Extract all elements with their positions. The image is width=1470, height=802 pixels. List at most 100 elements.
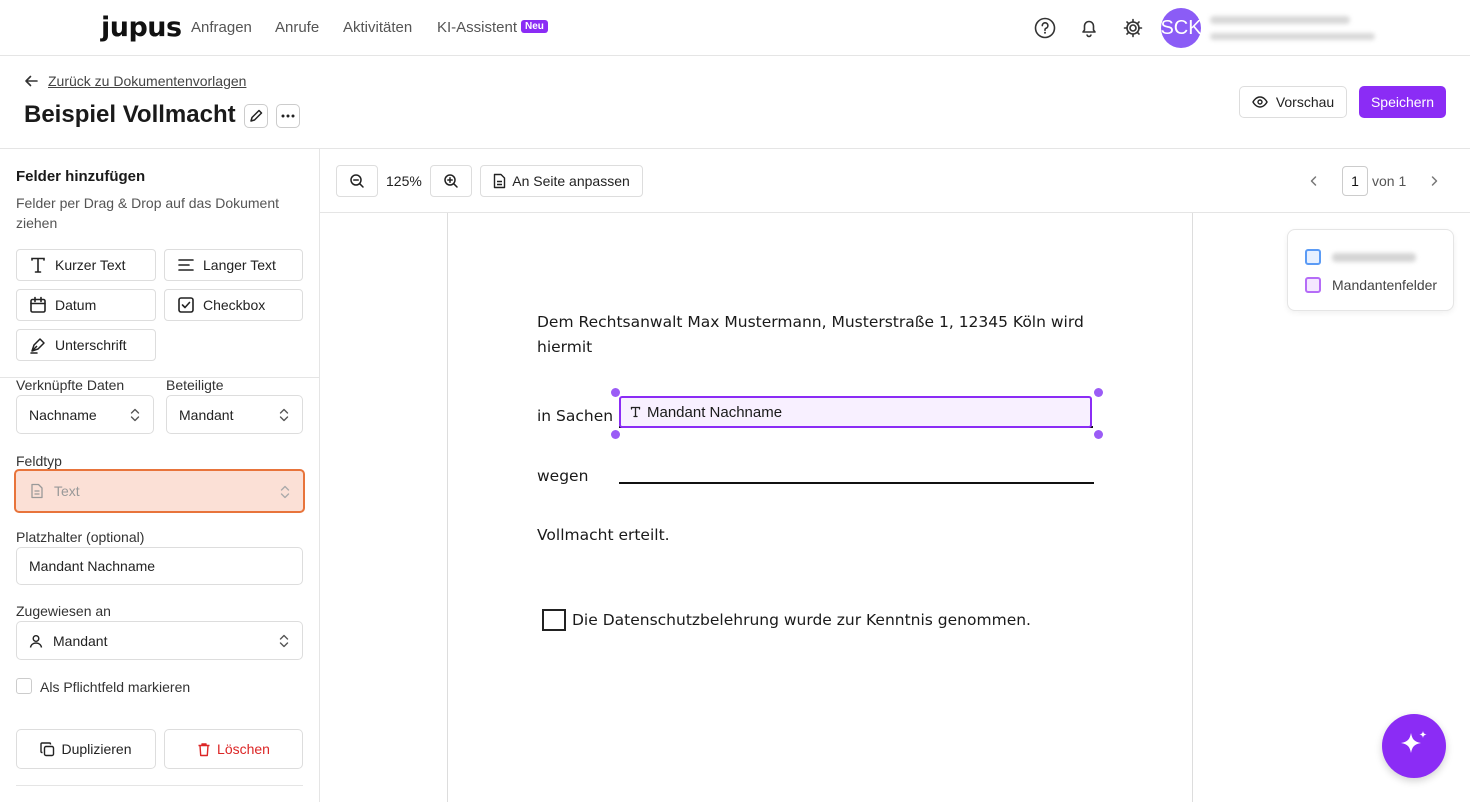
document-icon [31, 483, 43, 499]
back-link[interactable]: Zurück zu Dokumentenvorlagen [24, 73, 246, 89]
resize-handle-bottom-right[interactable] [1094, 430, 1103, 439]
add-short-text-button[interactable]: Kurzer Text [16, 249, 156, 281]
short-text-label: Kurzer Text [55, 257, 126, 273]
required-label: Als Pflichtfeld markieren [40, 679, 191, 695]
blurred-user-name [1210, 16, 1350, 24]
doc-in-sachen: in Sachen [537, 407, 614, 425]
resize-handle-bottom-left[interactable] [611, 430, 620, 439]
document-icon [494, 173, 506, 189]
bell-icon[interactable] [1078, 17, 1100, 39]
pen-icon [30, 338, 45, 354]
document-page: Dem Rechtsanwalt Max Mustermann, Musters… [447, 213, 1193, 802]
participants-value: Mandant [179, 406, 234, 423]
app-logo[interactable]: jupus [101, 12, 182, 43]
zoom-out-icon [350, 174, 364, 188]
add-signature-button[interactable]: Unterschrift [16, 329, 156, 361]
preview-button[interactable]: Vorschau [1239, 86, 1347, 118]
fieldtype-value: Text [54, 483, 80, 499]
doc-line-2: hiermit [537, 338, 593, 356]
pencil-icon [250, 109, 263, 122]
fieldtype-label: Feldtyp [16, 453, 62, 469]
doc-vollmacht: Vollmacht erteilt. [537, 526, 670, 544]
duplicate-button[interactable]: Duplizieren [16, 729, 156, 769]
legend-label-blurred [1332, 253, 1416, 262]
gear-icon[interactable] [1122, 17, 1144, 39]
placeholder-input[interactable]: Mandant Nachname [16, 547, 303, 585]
blurred-user-email [1210, 33, 1375, 40]
checkbox-label: Checkbox [203, 297, 266, 313]
legend-label-mandant: Mandantenfelder [1332, 277, 1438, 293]
resize-handle-top-right[interactable] [1094, 388, 1103, 397]
legend-swatch-purple [1305, 277, 1321, 293]
linked-data-label: Verknüpfte Daten [16, 377, 125, 393]
sidebar-subtitle: Felder per Drag & Drop auf das Dokument … [16, 195, 280, 231]
long-text-label: Langer Text [203, 257, 276, 273]
nav-aktivitaeten[interactable]: Aktivitäten [343, 19, 412, 36]
add-long-text-button[interactable]: Langer Text [164, 249, 303, 281]
chevron-updown-icon [279, 408, 289, 422]
more-horizontal-icon [281, 114, 295, 118]
help-icon[interactable] [1034, 17, 1056, 39]
text-t-icon [31, 257, 45, 273]
eye-icon [1252, 96, 1268, 108]
fit-to-page-button[interactable]: An Seite anpassen [480, 165, 643, 197]
user-icon [29, 634, 43, 648]
chevron-updown-icon [130, 408, 140, 422]
page-title: Beispiel Vollmacht [24, 101, 236, 128]
doc-checkbox[interactable] [542, 609, 566, 631]
more-options-button[interactable] [276, 104, 300, 128]
participants-label: Beteiligte [166, 377, 224, 393]
required-checkbox[interactable] [16, 678, 32, 694]
chevron-updown-icon [279, 634, 289, 648]
align-left-icon [178, 259, 194, 271]
assigned-value: Mandant [53, 632, 108, 649]
preview-label: Vorschau [1275, 94, 1335, 110]
page-count: von 1 [1372, 173, 1407, 189]
trash-icon [198, 742, 210, 756]
delete-button[interactable]: Löschen [164, 729, 303, 769]
placed-field-label: Mandant Nachname [647, 403, 783, 421]
chevron-updown-icon [280, 485, 290, 499]
zoom-out-button[interactable] [336, 165, 378, 197]
calendar-icon [30, 296, 46, 313]
user-avatar[interactable]: SCK [1160, 8, 1202, 48]
nav-anrufe[interactable]: Anrufe [275, 19, 319, 36]
zoom-in-button[interactable] [430, 165, 472, 197]
field-legend: Mandantenfelder [1287, 229, 1454, 311]
field-sidebar: Felder hinzufügen Felder per Drag & Drop… [0, 149, 320, 802]
add-checkbox-button[interactable]: Checkbox [164, 289, 303, 321]
back-link-label: Zurück zu Dokumentenvorlagen [48, 73, 247, 89]
text-t-icon [630, 406, 641, 418]
delete-label: Löschen [217, 741, 270, 757]
fieldtype-select[interactable]: Text [14, 469, 305, 513]
doc-checkbox-text: Die Datenschutzbelehrung wurde zur Kennt… [572, 611, 1031, 629]
zoom-in-icon [444, 174, 458, 188]
copy-icon [40, 741, 55, 756]
add-date-button[interactable]: Datum [16, 289, 156, 321]
linked-data-select[interactable]: Nachname [16, 395, 154, 434]
arrow-left-icon [25, 75, 38, 87]
placed-text-field[interactable]: Mandant Nachname [619, 396, 1092, 428]
edit-title-button[interactable] [244, 104, 268, 128]
top-navigation-bar: jupus Anfragen Anrufe Aktivitäten KI-Ass… [0, 0, 1470, 56]
linked-data-value: Nachname [29, 406, 97, 423]
date-label: Datum [55, 297, 97, 313]
fit-to-page-label: An Seite anpassen [512, 173, 630, 189]
ai-assistant-button[interactable] [1382, 714, 1446, 778]
chevron-left-icon[interactable] [1308, 175, 1320, 187]
doc-wegen: wegen [537, 467, 589, 485]
doc-line-1: Dem Rechtsanwalt Max Mustermann, Musters… [537, 313, 1084, 331]
placeholder-label: Platzhalter (optional) [16, 529, 145, 545]
sidebar-bottom-divider [16, 785, 303, 786]
zoom-level: 125% [386, 173, 422, 189]
nav-ki-assistent[interactable]: KI-Assistent [437, 19, 517, 36]
checkbox-icon [178, 297, 194, 313]
participants-select[interactable]: Mandant [166, 395, 303, 434]
assigned-select[interactable]: Mandant [16, 621, 303, 660]
new-badge: Neu [521, 20, 548, 33]
page-number-input[interactable]: 1 [1342, 166, 1368, 196]
save-button[interactable]: Speichern [1359, 86, 1446, 118]
resize-handle-top-left[interactable] [611, 388, 620, 397]
nav-anfragen[interactable]: Anfragen [191, 19, 252, 36]
chevron-right-icon[interactable] [1428, 175, 1440, 187]
